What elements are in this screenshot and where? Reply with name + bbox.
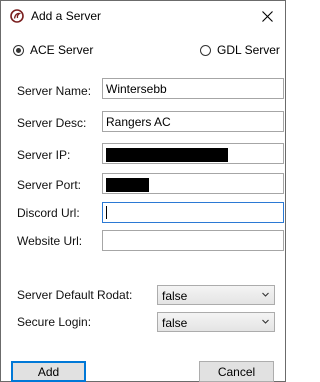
chevron-down-icon <box>262 292 269 297</box>
window-title: Add a Server <box>31 9 102 23</box>
text-caret <box>106 206 107 219</box>
app-logo-icon <box>10 9 24 23</box>
radio-button-selected[interactable] <box>13 44 24 56</box>
server-desc-input[interactable]: Rangers AC <box>102 111 284 132</box>
website-url-input[interactable] <box>102 230 284 251</box>
server-desc-label: Server Desc: <box>17 116 87 130</box>
radio-button-unselected[interactable] <box>200 44 211 56</box>
cancel-button-label: Cancel <box>217 364 256 379</box>
default-rodat-value: false <box>162 289 188 303</box>
radio-gdl-server[interactable]: GDL Server <box>200 42 280 58</box>
chevron-down-icon <box>262 319 269 324</box>
radio-ace-server[interactable]: ACE Server <box>13 42 93 58</box>
add-button-label: Add <box>37 364 60 379</box>
server-ip-input[interactable] <box>102 143 284 164</box>
default-rodat-label: Server Default Rodat: <box>17 288 133 302</box>
server-ip-label: Server IP: <box>17 148 71 162</box>
server-name-input[interactable]: Wintersebb <box>102 78 284 99</box>
server-port-label: Server Port: <box>17 178 82 192</box>
website-url-label: Website Url: <box>17 234 83 248</box>
redacted-block <box>106 148 228 162</box>
close-button[interactable] <box>255 5 279 27</box>
server-name-label: Server Name: <box>17 84 92 98</box>
discord-url-input[interactable] <box>102 202 284 223</box>
title-bar: Add a Server <box>1 1 285 31</box>
default-rodat-select[interactable]: false <box>157 285 275 305</box>
secure-login-label: Secure Login: <box>17 315 92 329</box>
server-desc-value: Rangers AC <box>106 115 171 129</box>
secure-login-select[interactable]: false <box>157 312 275 332</box>
radio-label-gdl: GDL Server <box>217 43 280 57</box>
add-server-dialog: Add a Server ACE Server GDL Server Serve… <box>0 0 286 382</box>
redacted-block <box>106 178 149 192</box>
server-name-value: Wintersebb <box>106 82 167 96</box>
close-icon <box>261 10 273 22</box>
secure-login-value: false <box>162 316 188 330</box>
server-port-input[interactable] <box>102 173 284 194</box>
add-button[interactable]: Add <box>11 361 86 382</box>
discord-url-label: Discord Url: <box>17 206 80 220</box>
radio-label-ace: ACE Server <box>30 43 94 57</box>
cancel-button[interactable]: Cancel <box>199 361 274 382</box>
